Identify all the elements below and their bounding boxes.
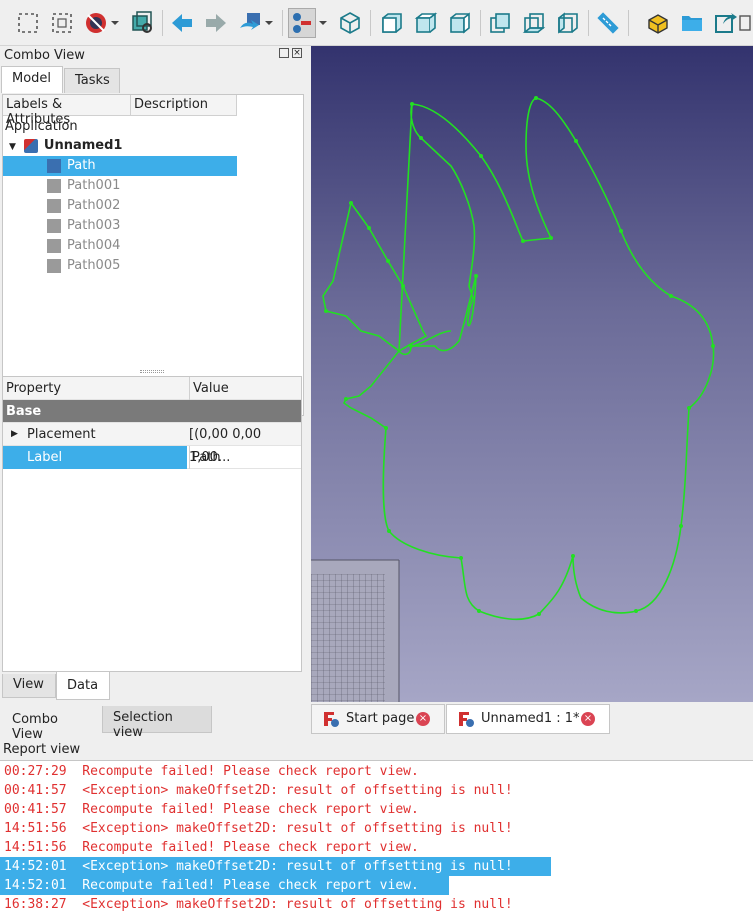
front-view-icon[interactable] <box>378 8 406 38</box>
tree-item-label: Path005 <box>67 258 121 273</box>
tree-item-label: Path003 <box>67 218 121 233</box>
log-line[interactable]: 00:41:57 Recompute failed! Please check … <box>0 800 419 819</box>
tree-item-path003[interactable]: Path003 <box>3 216 120 236</box>
bottom-view-icon[interactable] <box>520 8 548 38</box>
property-header-value[interactable]: Value <box>189 377 229 400</box>
tree-item-label: Path004 <box>67 238 121 253</box>
combo-view: Combo View × Model Tasks Labels & Attrib… <box>0 46 308 706</box>
property-group-base[interactable]: Base <box>3 400 301 423</box>
combo-view-title: Combo View <box>4 48 85 63</box>
property-value[interactable]: Path <box>189 446 221 469</box>
tree-item-path005[interactable]: Path005 <box>3 256 120 276</box>
box-element-select-icon[interactable] <box>48 8 76 38</box>
tree-item-path004[interactable]: Path004 <box>3 236 120 256</box>
bounding-box-icon[interactable] <box>128 8 156 38</box>
macro-run-icon[interactable] <box>236 8 264 38</box>
right-view-icon[interactable] <box>446 8 474 38</box>
chevron-down-icon[interactable]: ▼ <box>9 142 16 152</box>
tree-document-label: Unnamed1 <box>43 138 123 153</box>
tab-combo-view[interactable]: Combo View <box>2 706 102 742</box>
property-name: Placement <box>27 427 96 442</box>
export-icon[interactable] <box>712 8 740 38</box>
property-editor: Property Value Base ▶ Placement [(0,00 0… <box>2 376 302 672</box>
report-view-title: Report view <box>3 742 81 757</box>
cube-icon <box>47 178 61 193</box>
tree-item-path[interactable]: Path <box>3 156 237 176</box>
tab-tasks[interactable]: Tasks <box>64 68 120 93</box>
tree-item-label: Path <box>67 158 96 173</box>
sketch-path-outline <box>322 201 428 352</box>
sketch-vertices <box>324 96 715 616</box>
property-row-placement[interactable]: ▶ Placement [(0,00 0,00 1,00... <box>3 423 301 465</box>
chevron-down-icon[interactable] <box>262 8 276 38</box>
close-panel-icon[interactable]: × <box>292 48 302 58</box>
cube-icon <box>47 258 61 273</box>
box-select-icon[interactable] <box>14 8 42 38</box>
tree-item-path002[interactable]: Path002 <box>3 196 120 216</box>
model-tree: Labels & Attributes Description Applicat… <box>2 94 304 416</box>
viewport-canvas[interactable] <box>311 46 753 702</box>
tree-item-path001[interactable]: Path001 <box>3 176 120 196</box>
chevron-down-icon[interactable] <box>108 8 122 38</box>
property-row-label[interactable]: Label Path <box>3 446 301 469</box>
tab-selection-view[interactable]: Selection view <box>102 706 212 740</box>
report-log[interactable]: 00:27:29 Recompute failed! Please check … <box>0 760 753 921</box>
log-line[interactable]: 14:51:56 Recompute failed! Please check … <box>0 838 419 857</box>
back-icon[interactable] <box>168 8 196 38</box>
background-grid <box>311 574 385 702</box>
log-line[interactable]: 00:41:57 <Exception> makeOffset2D: resul… <box>0 781 513 800</box>
measure-icon[interactable] <box>594 8 622 38</box>
part-icon[interactable] <box>644 8 672 38</box>
log-line[interactable]: 00:27:29 Recompute failed! Please check … <box>0 762 419 781</box>
float-panel-icon[interactable] <box>279 48 289 58</box>
tree-header-description[interactable]: Description <box>131 95 237 116</box>
3d-viewport[interactable] <box>311 46 753 702</box>
chevron-down-icon[interactable] <box>316 8 330 38</box>
splitter-handle[interactable] <box>140 370 164 373</box>
toolbar-overflow-icon[interactable] <box>738 8 752 38</box>
left-view-icon[interactable] <box>554 8 582 38</box>
folder-icon[interactable] <box>678 8 706 38</box>
cube-icon <box>47 198 61 213</box>
tree-item-label: Path001 <box>67 178 121 193</box>
tab-start-page[interactable]: Start page × <box>311 704 445 734</box>
log-line-selected[interactable]: 14:52:01 <Exception> makeOffset2D: resul… <box>0 857 551 876</box>
cube-icon <box>47 218 61 233</box>
isometric-view-icon[interactable] <box>336 8 364 38</box>
tab-model[interactable]: Model <box>1 66 63 93</box>
document-icon <box>23 138 38 153</box>
tab-start-page-label: Start page <box>346 711 415 726</box>
tree-document[interactable]: ▼ Unnamed1 <box>9 136 122 156</box>
freecad-logo-icon <box>457 710 475 728</box>
cube-icon <box>47 158 61 173</box>
tab-unnamed1-label: Unnamed1 : 1* <box>481 711 580 726</box>
main-toolbar <box>0 0 753 46</box>
sketch-path[interactable] <box>342 97 715 621</box>
log-line-selected[interactable]: 14:52:01 Recompute failed! Please check … <box>0 876 449 895</box>
document-tabs: Start page × Unnamed1 : 1* × <box>311 702 753 734</box>
tree-item-label: Path002 <box>67 198 121 213</box>
tab-unnamed1[interactable]: Unnamed1 : 1* × <box>446 704 610 734</box>
draw-style-icon[interactable] <box>82 8 110 38</box>
forward-icon <box>202 8 230 38</box>
rear-view-icon[interactable] <box>486 8 514 38</box>
log-line[interactable]: 16:38:27 <Exception> makeOffset2D: resul… <box>0 895 513 914</box>
tree-header-labels[interactable]: Labels & Attributes <box>3 95 131 127</box>
log-line[interactable]: 14:51:56 <Exception> makeOffset2D: resul… <box>0 819 513 838</box>
tree-application-label: Application <box>5 119 78 134</box>
dock-tabs: Combo View Selection view <box>0 706 311 742</box>
property-name: Label <box>3 446 187 469</box>
report-view: Report view 00:27:29 Recompute failed! P… <box>0 740 753 921</box>
std-view-menu-icon[interactable] <box>288 8 316 38</box>
tab-view[interactable]: View <box>2 674 56 698</box>
close-icon[interactable]: × <box>416 712 430 726</box>
cube-icon <box>47 238 61 253</box>
close-icon[interactable]: × <box>581 712 595 726</box>
property-header: Property Value <box>3 377 301 400</box>
freecad-logo-icon <box>322 710 340 728</box>
tab-data[interactable]: Data <box>56 672 110 700</box>
property-header-name[interactable]: Property <box>6 377 61 400</box>
chevron-right-icon[interactable]: ▶ <box>11 423 18 446</box>
top-view-icon[interactable] <box>412 8 440 38</box>
